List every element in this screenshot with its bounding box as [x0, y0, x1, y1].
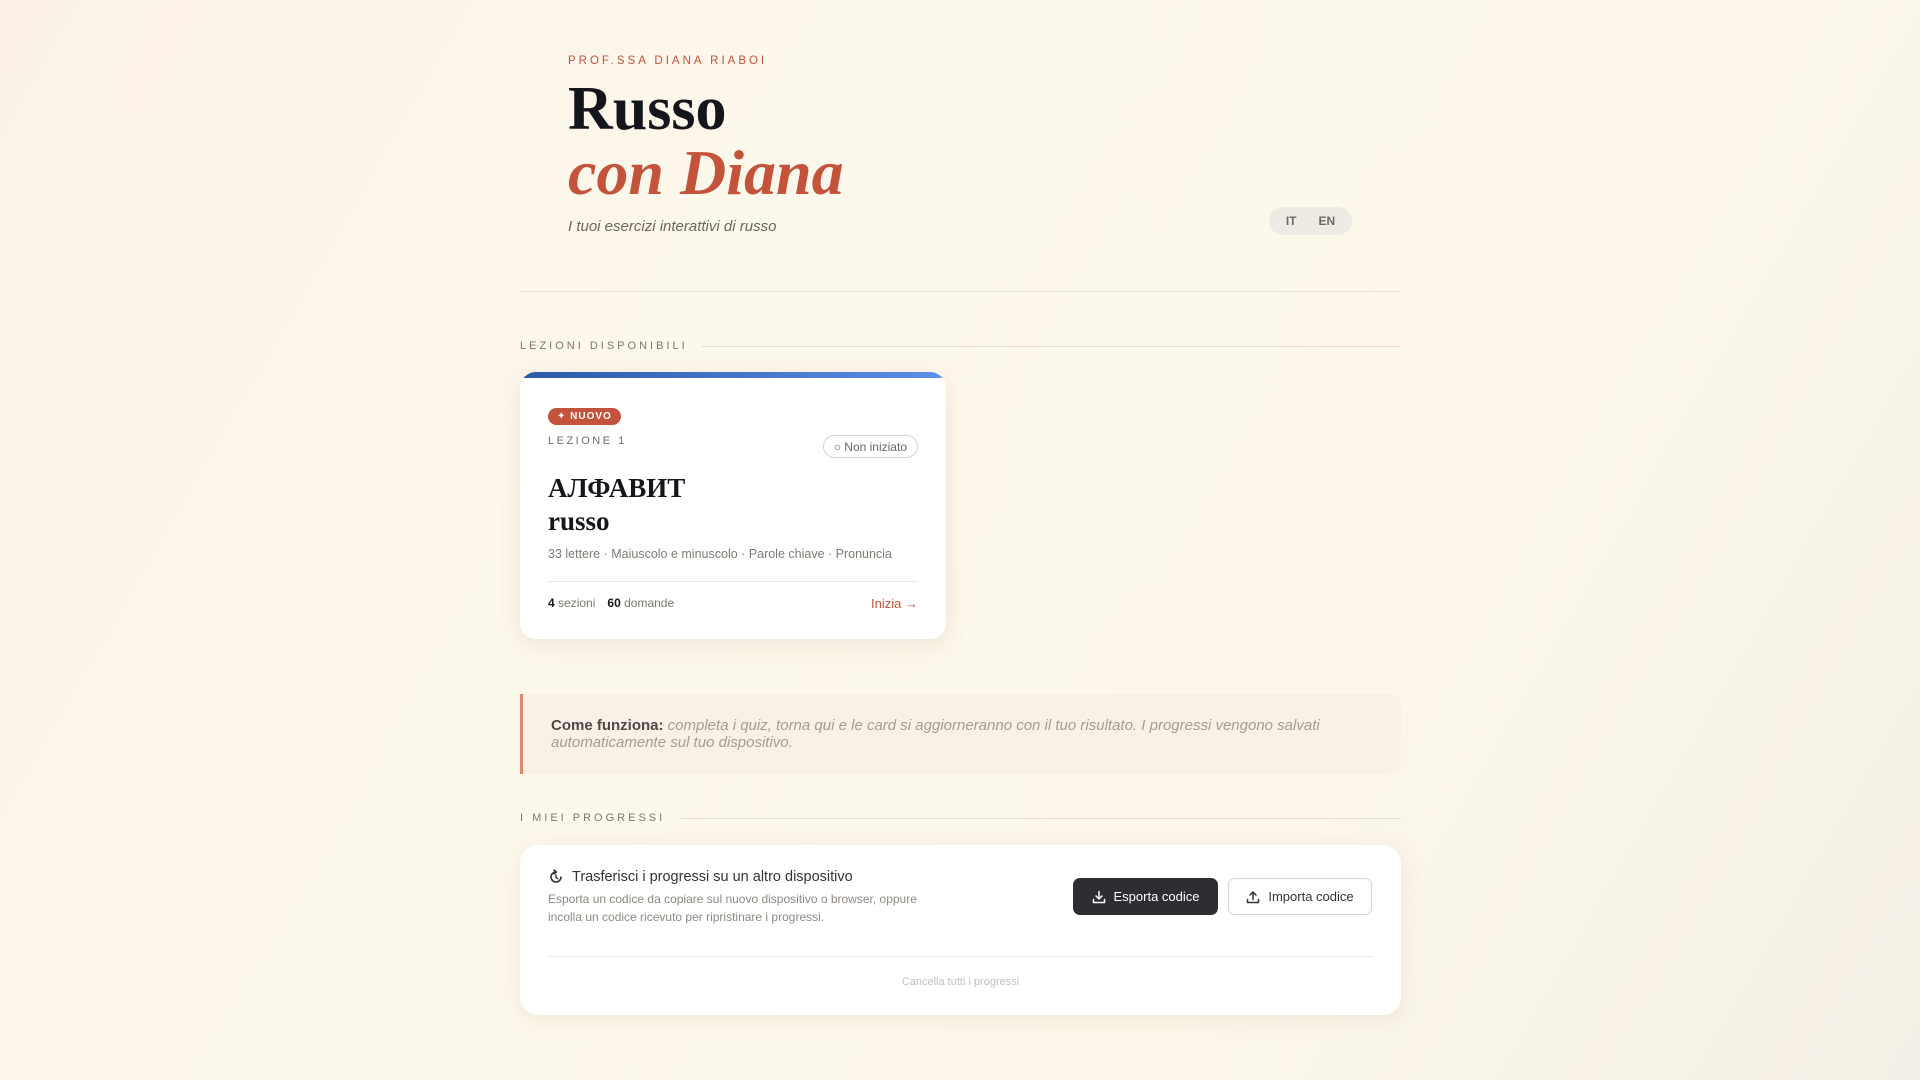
transfer-title: Trasferisci i progressi su un altro disp… — [572, 869, 853, 885]
import-code-label: Importa codice — [1268, 889, 1354, 904]
upload-icon — [1247, 890, 1260, 903]
page-header: PROF.SSA DIANA RIABOI Russo con Diana I … — [520, 0, 1401, 292]
card-divider — [548, 581, 918, 582]
questions-count: 60 — [607, 596, 621, 610]
page-title: Russo — [568, 75, 727, 143]
callout-lead: Come funziona: — [551, 717, 664, 734]
progress-card-divider — [548, 956, 1373, 957]
sync-icon — [550, 869, 562, 883]
lesson-number: LEZIONE 1 — [548, 435, 627, 447]
new-badge: ✦ NUOVO — [548, 408, 621, 425]
header-divider — [520, 291, 1401, 292]
download-icon — [1092, 890, 1105, 903]
language-it-button[interactable]: IT — [1286, 214, 1297, 228]
progress-transfer-card: Trasferisci i progressi su un altro disp… — [520, 845, 1401, 1015]
page-subtitle: I tuoi esercizi interattivi di russo — [568, 218, 777, 235]
lesson-stats: 4 sezioni 60 domande — [548, 596, 674, 610]
lessons-section-label: LEZIONI DISPONIBILI — [520, 340, 1401, 352]
section-rule — [679, 817, 1401, 819]
page-title-accent: con Diana — [568, 137, 844, 208]
language-en-button[interactable]: EN — [1319, 214, 1336, 228]
section-rule — [701, 345, 1401, 347]
sections-count: 4 — [548, 596, 555, 610]
export-code-label: Esporta codice — [1113, 889, 1200, 904]
lesson-card[interactable]: ✦ NUOVO LEZIONE 1 ○ Non iniziato АЛФАВИТ… — [520, 372, 946, 639]
lesson-title-line1: АЛФАВИТ — [548, 473, 686, 503]
progress-section-title: I MIEI PROGRESSI — [520, 812, 666, 824]
progress-section-label: I MIEI PROGRESSI — [520, 812, 1401, 824]
lesson-title: АЛФАВИТ russo — [548, 472, 685, 538]
transfer-description: Esporta un codice da copiare sul nuovo d… — [548, 892, 917, 924]
lessons-section-title: LEZIONI DISPONIBILI — [520, 340, 688, 352]
lesson-card-accent-bar — [520, 372, 946, 378]
language-toggle: IT EN — [1269, 207, 1352, 235]
how-it-works-callout: Come funziona: completa i quiz, torna qu… — [520, 694, 1401, 774]
import-code-button[interactable]: Importa codice — [1228, 878, 1372, 915]
lesson-description: 33 lettere · Maiuscolo e minuscolo · Par… — [548, 547, 892, 561]
start-lesson-link[interactable]: Inizia → — [871, 596, 918, 611]
author-eyebrow: PROF.SSA DIANA RIABOI — [568, 55, 768, 67]
callout-text: completa i quiz, torna qui e le card si … — [551, 717, 1320, 751]
main-container: PROF.SSA DIANA RIABOI Russo con Diana I … — [520, 0, 1401, 1015]
clear-progress-link[interactable]: Cancella tutti i progressi — [520, 976, 1401, 988]
questions-stat: 60 domande — [607, 596, 674, 610]
status-badge: ○ Non iniziato — [822, 435, 918, 458]
lesson-title-line2: russo — [548, 506, 610, 536]
sections-stat: 4 sezioni — [548, 596, 595, 610]
sections-label: sezioni — [558, 596, 596, 610]
questions-label: domande — [624, 596, 675, 610]
export-code-button[interactable]: Esporta codice — [1073, 878, 1218, 915]
